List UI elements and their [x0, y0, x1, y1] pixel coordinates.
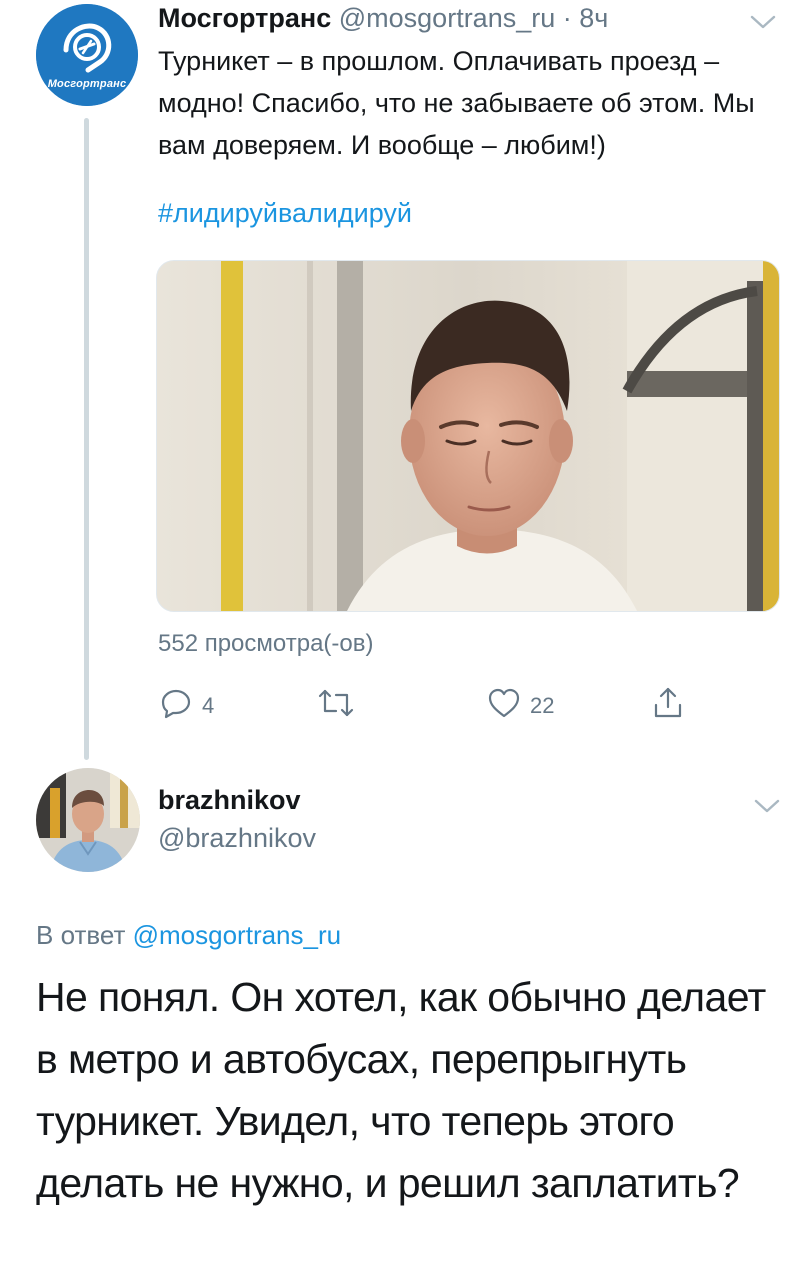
share-icon — [650, 685, 686, 727]
reply-options-chevron-icon[interactable] — [752, 796, 782, 816]
author-display-name[interactable]: Мосгортранс — [158, 3, 331, 33]
mosgortrans-avatar[interactable]: Мосгортранс — [36, 4, 138, 106]
like-action[interactable]: 22 — [486, 684, 554, 728]
retweet-action[interactable] — [316, 684, 356, 728]
reply-body-text: Не понял. Он хотел, как обычно делает в … — [36, 974, 766, 1206]
meta-separator: · — [562, 3, 572, 33]
tweet-view-count: 552 просмотра(-ов) — [158, 630, 374, 657]
reply-to-prefix: В ответ — [36, 920, 126, 950]
thread-connector-line — [84, 118, 89, 760]
reply-to-line: В ответ @mosgortrans_ru — [36, 916, 341, 954]
reply-author-display-name[interactable]: brazhnikov — [158, 782, 301, 818]
tweet-header: Мосгортранс @mosgortrans_ru · 8ч — [158, 0, 608, 36]
brazhnikov-avatar[interactable] — [36, 768, 140, 872]
tweet-options-chevron-icon[interactable] — [748, 12, 778, 32]
reply-action[interactable]: 4 — [158, 684, 214, 728]
retweet-icon — [316, 685, 356, 727]
tweet-hashtag-link[interactable]: #лидируйвалидируй — [158, 192, 412, 234]
reply-to-mention-link[interactable]: @mosgortrans_ru — [133, 920, 341, 950]
like-count: 22 — [530, 693, 555, 718]
heart-icon — [486, 685, 522, 727]
reply-author-handle[interactable]: @brazhnikov — [158, 820, 316, 856]
reply-count: 4 — [202, 693, 215, 718]
tweet-timestamp[interactable]: 8ч — [579, 3, 608, 33]
author-handle[interactable]: @mosgortrans_ru — [339, 3, 556, 33]
share-action[interactable] — [650, 684, 686, 728]
tweet-action-bar: 4 22 — [158, 684, 718, 728]
avatar-logo-label: Мосгортранс — [47, 78, 127, 90]
user-photo-image — [36, 768, 140, 872]
video-thumbnail-image — [157, 261, 779, 611]
tweet-video-preview[interactable] — [156, 260, 780, 612]
mosgortrans-logo-icon — [36, 4, 138, 106]
tweet-body-text: Турникет – в прошлом. Оплачивать проезд … — [158, 46, 755, 160]
reply-icon — [158, 685, 194, 727]
